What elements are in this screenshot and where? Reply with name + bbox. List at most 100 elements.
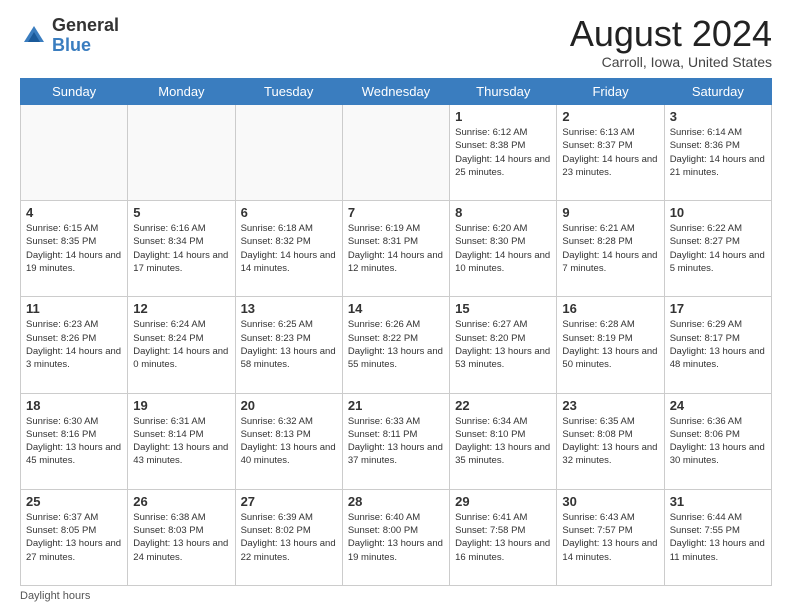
day-number: 31 [670, 494, 766, 509]
calendar-cell [128, 105, 235, 201]
calendar-cell: 11Sunrise: 6:23 AMSunset: 8:26 PMDayligh… [21, 297, 128, 393]
calendar-cell: 20Sunrise: 6:32 AMSunset: 8:13 PMDayligh… [235, 393, 342, 489]
day-number: 27 [241, 494, 337, 509]
day-info: Sunrise: 6:26 AMSunset: 8:22 PMDaylight:… [348, 318, 444, 371]
day-info: Sunrise: 6:33 AMSunset: 8:11 PMDaylight:… [348, 415, 444, 468]
calendar-cell: 15Sunrise: 6:27 AMSunset: 8:20 PMDayligh… [450, 297, 557, 393]
calendar-week-row: 1 Sunrise: 6:12 AMSunset: 8:38 PMDaylight… [21, 105, 772, 201]
calendar-cell: 1 Sunrise: 6:12 AMSunset: 8:38 PMDaylight… [450, 105, 557, 201]
day-number: 28 [348, 494, 444, 509]
day-info: Sunrise: 6:13 AMSunset: 8:37 PMDaylight:… [562, 126, 658, 179]
calendar-cell: 27 Sunrise: 6:39 AMSunset: 8:02 PMDayligh… [235, 489, 342, 585]
day-info: Sunrise: 6:30 AMSunset: 8:16 PMDaylight:… [26, 415, 122, 468]
weekday-header: Thursday [450, 79, 557, 105]
day-info: Sunrise: 6:21 AMSunset: 8:28 PMDaylight:… [562, 222, 658, 275]
day-info: Sunrise: 6:25 AMSunset: 8:23 PMDaylight:… [241, 318, 337, 371]
day-number: 3 [670, 109, 766, 124]
calendar-cell: 6Sunrise: 6:18 AMSunset: 8:32 PMDaylight… [235, 201, 342, 297]
calendar-cell: 2 Sunrise: 6:13 AMSunset: 8:37 PMDaylight… [557, 105, 664, 201]
day-number: 25 [26, 494, 122, 509]
day-info: Sunrise: 6:34 AMSunset: 8:10 PMDaylight:… [455, 415, 551, 468]
calendar-cell [235, 105, 342, 201]
calendar-page: General Blue August 2024 Carroll, Iowa, … [0, 0, 792, 612]
day-info: Sunrise: 6:37 AMSunset: 8:05 PMDaylight:… [26, 511, 122, 564]
day-info: Sunrise: 6:12 AMSunset: 8:38 PMDaylight:… [455, 126, 551, 179]
day-number: 13 [241, 301, 337, 316]
calendar-cell: 3 Sunrise: 6:14 AMSunset: 8:36 PMDaylight… [664, 105, 771, 201]
calendar-cell: 22Sunrise: 6:34 AMSunset: 8:10 PMDayligh… [450, 393, 557, 489]
calendar-cell: 23 Sunrise: 6:35 AMSunset: 8:08 PMDayligh… [557, 393, 664, 489]
calendar-cell: 5 Sunrise: 6:16 AMSunset: 8:34 PMDaylight… [128, 201, 235, 297]
day-info: Sunrise: 6:16 AMSunset: 8:34 PMDaylight:… [133, 222, 229, 275]
location: Carroll, Iowa, United States [570, 54, 772, 70]
calendar-week-row: 25 Sunrise: 6:37 AMSunset: 8:05 PMDayligh… [21, 489, 772, 585]
calendar-table: SundayMondayTuesdayWednesdayThursdayFrid… [20, 78, 772, 586]
day-number: 21 [348, 398, 444, 413]
logo-icon [20, 22, 48, 50]
day-number: 17 [670, 301, 766, 316]
day-info: Sunrise: 6:29 AMSunset: 8:17 PMDaylight:… [670, 318, 766, 371]
day-number: 7 [348, 205, 444, 220]
calendar-cell: 26 Sunrise: 6:38 AMSunset: 8:03 PMDayligh… [128, 489, 235, 585]
day-number: 23 [562, 398, 658, 413]
logo-text: General Blue [52, 16, 119, 56]
day-info: Sunrise: 6:35 AMSunset: 8:08 PMDaylight:… [562, 415, 658, 468]
weekday-header: Saturday [664, 79, 771, 105]
day-info: Sunrise: 6:38 AMSunset: 8:03 PMDaylight:… [133, 511, 229, 564]
day-number: 12 [133, 301, 229, 316]
day-info: Sunrise: 6:31 AMSunset: 8:14 PMDaylight:… [133, 415, 229, 468]
day-number: 26 [133, 494, 229, 509]
day-info: Sunrise: 6:23 AMSunset: 8:26 PMDaylight:… [26, 318, 122, 371]
calendar-cell [21, 105, 128, 201]
day-number: 14 [348, 301, 444, 316]
calendar-week-row: 18Sunrise: 6:30 AMSunset: 8:16 PMDayligh… [21, 393, 772, 489]
day-number: 9 [562, 205, 658, 220]
day-info: Sunrise: 6:18 AMSunset: 8:32 PMDaylight:… [241, 222, 337, 275]
day-number: 5 [133, 205, 229, 220]
calendar-cell: 8 Sunrise: 6:20 AMSunset: 8:30 PMDaylight… [450, 201, 557, 297]
calendar-cell: 13 Sunrise: 6:25 AMSunset: 8:23 PMDayligh… [235, 297, 342, 393]
day-number: 29 [455, 494, 551, 509]
day-number: 30 [562, 494, 658, 509]
day-info: Sunrise: 6:44 AMSunset: 7:55 PMDaylight:… [670, 511, 766, 564]
title-section: August 2024 Carroll, Iowa, United States [570, 16, 772, 70]
day-info: Sunrise: 6:41 AMSunset: 7:58 PMDaylight:… [455, 511, 551, 564]
day-info: Sunrise: 6:14 AMSunset: 8:36 PMDaylight:… [670, 126, 766, 179]
day-number: 1 [455, 109, 551, 124]
calendar-cell: 18Sunrise: 6:30 AMSunset: 8:16 PMDayligh… [21, 393, 128, 489]
logo: General Blue [20, 16, 119, 56]
calendar-week-row: 4Sunrise: 6:15 AMSunset: 8:35 PMDaylight… [21, 201, 772, 297]
calendar-cell: 29 Sunrise: 6:41 AMSunset: 7:58 PMDayligh… [450, 489, 557, 585]
calendar-cell: 21 Sunrise: 6:33 AMSunset: 8:11 PMDayligh… [342, 393, 449, 489]
day-number: 8 [455, 205, 551, 220]
calendar-cell: 9 Sunrise: 6:21 AMSunset: 8:28 PMDaylight… [557, 201, 664, 297]
calendar-week-row: 11Sunrise: 6:23 AMSunset: 8:26 PMDayligh… [21, 297, 772, 393]
day-info: Sunrise: 6:39 AMSunset: 8:02 PMDaylight:… [241, 511, 337, 564]
logo-blue: Blue [52, 35, 91, 55]
month-year: August 2024 [570, 16, 772, 52]
calendar-cell: 14 Sunrise: 6:26 AMSunset: 8:22 PMDayligh… [342, 297, 449, 393]
day-info: Sunrise: 6:28 AMSunset: 8:19 PMDaylight:… [562, 318, 658, 371]
calendar-cell: 30 Sunrise: 6:43 AMSunset: 7:57 PMDayligh… [557, 489, 664, 585]
calendar-cell: 10 Sunrise: 6:22 AMSunset: 8:27 PMDayligh… [664, 201, 771, 297]
calendar-cell: 16 Sunrise: 6:28 AMSunset: 8:19 PMDayligh… [557, 297, 664, 393]
weekday-header: Friday [557, 79, 664, 105]
day-info: Sunrise: 6:20 AMSunset: 8:30 PMDaylight:… [455, 222, 551, 275]
calendar-cell: 28 Sunrise: 6:40 AMSunset: 8:00 PMDayligh… [342, 489, 449, 585]
day-number: 10 [670, 205, 766, 220]
day-info: Sunrise: 6:27 AMSunset: 8:20 PMDaylight:… [455, 318, 551, 371]
day-info: Sunrise: 6:43 AMSunset: 7:57 PMDaylight:… [562, 511, 658, 564]
calendar-cell: 4Sunrise: 6:15 AMSunset: 8:35 PMDaylight… [21, 201, 128, 297]
footer: Daylight hours [20, 590, 772, 602]
header: General Blue August 2024 Carroll, Iowa, … [20, 16, 772, 70]
calendar-cell: 12Sunrise: 6:24 AMSunset: 8:24 PMDayligh… [128, 297, 235, 393]
day-info: Sunrise: 6:36 AMSunset: 8:06 PMDaylight:… [670, 415, 766, 468]
day-info: Sunrise: 6:22 AMSunset: 8:27 PMDaylight:… [670, 222, 766, 275]
weekday-header: Sunday [21, 79, 128, 105]
day-info: Sunrise: 6:19 AMSunset: 8:31 PMDaylight:… [348, 222, 444, 275]
calendar-cell: 17 Sunrise: 6:29 AMSunset: 8:17 PMDayligh… [664, 297, 771, 393]
day-info: Sunrise: 6:40 AMSunset: 8:00 PMDaylight:… [348, 511, 444, 564]
day-number: 16 [562, 301, 658, 316]
day-number: 2 [562, 109, 658, 124]
day-number: 4 [26, 205, 122, 220]
